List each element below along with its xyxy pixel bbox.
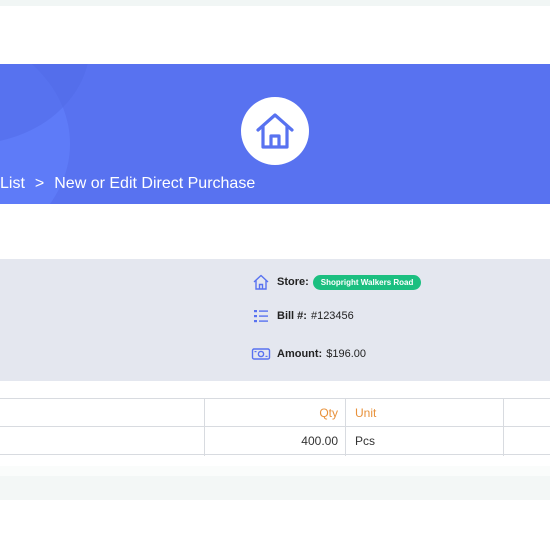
breadcrumb-current: New or Edit Direct Purchase: [54, 175, 256, 192]
amount-row: Amount: $196.00: [251, 344, 366, 364]
store-badge: Shopright Walkers Road: [312, 274, 422, 290]
home-icon: [241, 97, 309, 165]
table-header-row: Qty Unit: [0, 399, 550, 427]
bill-row: Bill #: #123456: [251, 306, 354, 326]
footer-strip-highlight: [0, 466, 550, 476]
unit-cell: Pcs: [355, 434, 376, 448]
bill-label: Bill #:: [277, 310, 307, 322]
amount-value: $196.00: [326, 348, 366, 360]
header-banner: List > New or Edit Direct Purchase: [0, 64, 550, 204]
qty-column-header[interactable]: Qty: [205, 399, 338, 427]
list-icon: [251, 306, 271, 326]
store-row: Store: Shopright Walkers Road: [251, 272, 422, 292]
home-outline-icon: [251, 272, 271, 292]
qty-cell: 400.00: [301, 434, 338, 448]
unit-column-header[interactable]: Unit: [355, 399, 495, 427]
cash-icon: [251, 344, 271, 364]
bill-value: #123456: [310, 310, 354, 322]
items-table: Qty Unit 400.00 Pcs: [0, 398, 550, 456]
amount-label: Amount:: [277, 348, 323, 360]
top-strip: [0, 0, 550, 6]
footer-strip: [0, 466, 550, 500]
breadcrumb-parent-link[interactable]: List: [0, 175, 25, 193]
breadcrumb: List > New or Edit Direct Purchase: [0, 173, 255, 195]
purchase-info-panel: Store: Shopright Walkers Road Bill #: #1…: [0, 259, 550, 381]
breadcrumb-separator: >: [34, 175, 45, 192]
store-label: Store:: [277, 276, 309, 288]
table-row[interactable]: 400.00 Pcs: [0, 427, 550, 455]
